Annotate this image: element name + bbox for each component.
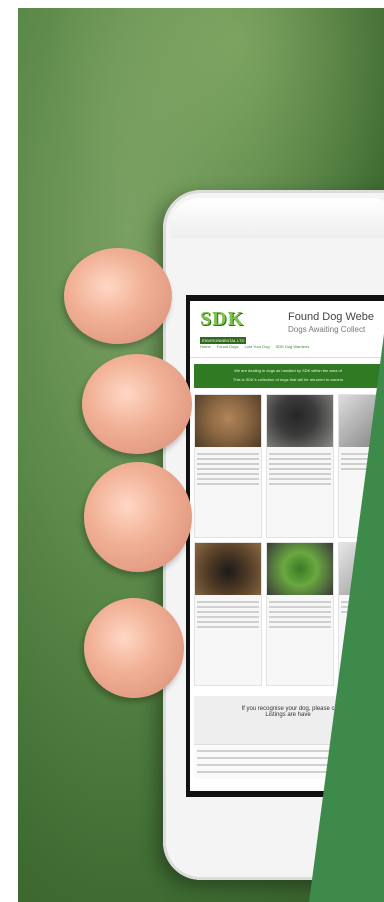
finger-3 [84, 462, 192, 572]
dog-photo [195, 395, 261, 447]
green-overlay-shape [309, 333, 384, 902]
callout-subtitle: Listings are have [265, 712, 311, 718]
dog-photo [195, 543, 261, 595]
logo-subtext: ENVIRONMENTAL LTD [200, 337, 247, 344]
dog-details [195, 595, 261, 631]
sdk-logo: SDK ENVIRONMENTAL LTD [200, 308, 262, 344]
photo-background: SDK ENVIRONMENTAL LTD Found Dog Webe Dog… [18, 8, 384, 902]
finger-1 [64, 248, 172, 344]
nav-item-wardens[interactable]: SDK Dog Wardens [276, 344, 310, 354]
dog-details [195, 447, 261, 488]
logo-mark: SDK [200, 308, 245, 330]
dog-card[interactable] [194, 394, 262, 538]
finger-2 [82, 354, 192, 454]
dog-card[interactable] [194, 542, 262, 686]
finger-4 [84, 598, 184, 698]
